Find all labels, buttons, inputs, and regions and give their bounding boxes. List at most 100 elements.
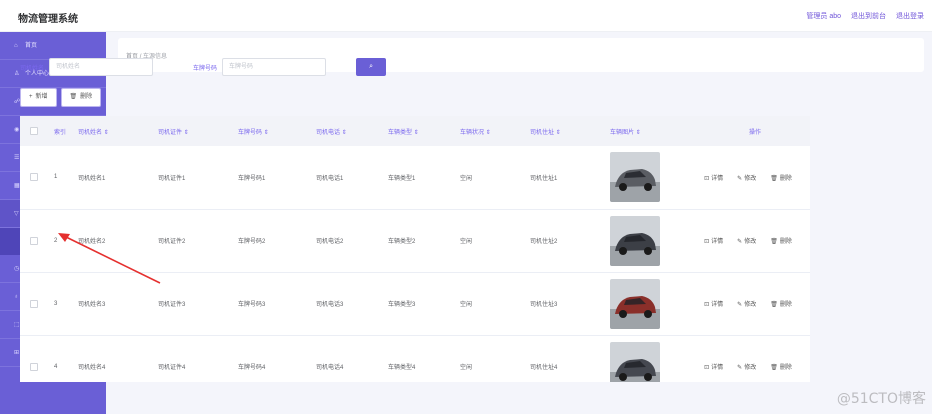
select-all-checkbox[interactable] (30, 127, 38, 135)
plate-number-label: 车牌号码 (193, 65, 218, 72)
actions-cell: ⊡ 详情 ✎ 修改 🗑 删除 (700, 146, 810, 210)
action-label: 修改 (744, 302, 757, 308)
vehicle-type: 车辆类型3 (382, 272, 454, 336)
exit-to-frontend-link[interactable]: 退出到前台 (851, 11, 886, 21)
action-label: 详情 (711, 239, 724, 245)
header-vehicle-type[interactable]: 车辆类型 ⇕ (382, 116, 454, 146)
action-label: 详情 (711, 302, 724, 308)
delete-icon: 🗑 (770, 175, 778, 182)
vehicle-status: 空闲 (454, 209, 524, 273)
vehicle-type: 车辆类型1 (382, 146, 454, 210)
detail-button[interactable]: ⊡ 详情 (704, 299, 723, 308)
delete-row-button[interactable]: 🗑 删除 (770, 173, 792, 182)
vehicle-image-cell (604, 209, 700, 273)
vehicle-status: 空闲 (454, 146, 524, 210)
driver-phone: 司机电话4 (310, 335, 382, 382)
watermark: @51CTO博客 (836, 391, 926, 407)
plate-number: 车牌号码1 (232, 146, 310, 210)
add-button-label: 新增 (35, 94, 48, 100)
edit-icon: ✎ (737, 239, 743, 245)
top-bar: 物流管理系统 管理员 abo 退出到前台 退出登录 (0, 0, 932, 32)
header-driver-license[interactable]: 司机证件 ⇕ (152, 116, 232, 146)
action-label: 详情 (711, 365, 724, 371)
row-index: 4 (48, 335, 72, 382)
action-label: 删除 (779, 302, 792, 308)
plate-number-input[interactable]: 车牌号码 (222, 58, 327, 76)
logout-link[interactable]: 退出登录 (896, 11, 924, 21)
delete-row-button[interactable]: 🗑 删除 (770, 299, 792, 308)
delete-icon: 🗑 (770, 365, 778, 371)
action-label: 删除 (779, 239, 792, 245)
delete-button[interactable]: 🗑 删除 (60, 88, 102, 107)
delete-row-button[interactable]: 🗑 删除 (770, 236, 792, 245)
row-checkbox[interactable] (30, 236, 38, 245)
action-label: 详情 (711, 175, 724, 182)
row-checkbox[interactable] (30, 173, 38, 182)
table-row[interactable]: 4 司机姓名4 司机证件4 车牌号码4 司机电话4 车辆类型4 空闲 司机住址4 ⊡ 详情 ✎ 修改 🗑… (20, 335, 810, 382)
driver-phone: 司机电话2 (310, 209, 382, 273)
driver-address: 司机住址3 (524, 272, 604, 336)
driver-license: 司机证件2 (152, 209, 232, 273)
delete-button-label: 删除 (80, 94, 93, 100)
header-plate[interactable]: 车牌号码 ⇕ (232, 116, 310, 146)
admin-user-link[interactable]: 管理员 abo (806, 11, 841, 21)
sidebar-item-0[interactable]: ⌂ 首页 (0, 32, 106, 60)
top-links: 管理员 abo 退出到前台 退出登录 (806, 11, 924, 21)
app-title: 物流管理系统 (18, 14, 78, 25)
sidebar-item-label: 首页 (25, 43, 38, 49)
table-row[interactable]: 1 司机姓名1 司机证件1 车牌号码1 司机电话1 车辆类型1 空闲 司机住址1 ⊡ 详情 ✎ 修改 🗑… (20, 146, 810, 210)
detail-button[interactable]: ⊡ 详情 (704, 173, 723, 182)
header-address[interactable]: 司机住址 ⇕ (524, 116, 604, 146)
edit-icon: ✎ (737, 365, 743, 371)
delete-icon: 🗑 (770, 239, 778, 245)
vehicle-image[interactable] (610, 278, 660, 329)
delete-row-button[interactable]: 🗑 删除 (770, 362, 792, 371)
search-button[interactable]: ⌕ (356, 58, 387, 76)
edit-button[interactable]: ✎ 修改 (737, 362, 756, 371)
header-vehicle-status[interactable]: 车辆状况 ⇕ (454, 116, 524, 146)
row-checkbox[interactable] (30, 299, 38, 308)
add-button[interactable]: + 新增 (20, 88, 57, 107)
search-bar: 司机姓名 司机姓名 车牌号码 车牌号码 ⌕ (20, 57, 387, 77)
driver-name: 司机姓名3 (72, 272, 152, 336)
vehicle-status: 空闲 (454, 335, 524, 382)
driver-name-input[interactable]: 司机姓名 (49, 58, 154, 76)
edit-button[interactable]: ✎ 修改 (737, 173, 756, 182)
detail-icon: ⊡ (704, 239, 710, 245)
vehicle-status: 空闲 (454, 272, 524, 336)
header-driver-name[interactable]: 司机姓名 ⇕ (72, 116, 152, 146)
vehicle-image[interactable] (610, 341, 660, 383)
vehicle-image-cell (604, 146, 700, 210)
row-index: 1 (48, 146, 72, 210)
driver-name: 司机姓名4 (72, 335, 152, 382)
row-index: 3 (48, 272, 72, 336)
search-icon: ⌕ (369, 63, 373, 70)
plate-number: 车牌号码3 (232, 272, 310, 336)
row-index: 2 (48, 209, 72, 273)
vehicle-image[interactable] (610, 152, 660, 203)
header-phone[interactable]: 司机电话 ⇕ (310, 116, 382, 146)
action-label: 删除 (779, 365, 792, 371)
table-row[interactable]: 2 司机姓名2 司机证件2 车牌号码2 司机电话2 车辆类型2 空闲 司机住址2 ⊡ 详情 ✎ 修改 🗑… (20, 209, 810, 273)
action-label: 修改 (744, 175, 757, 182)
row-checkbox[interactable] (30, 362, 38, 371)
vehicle-image-cell (604, 335, 700, 382)
home-icon: ⌂ (14, 43, 18, 49)
delete-icon: 🗑 (770, 302, 778, 308)
detail-button[interactable]: ⊡ 详情 (704, 236, 723, 245)
driver-phone: 司机电话1 (310, 146, 382, 210)
edit-button[interactable]: ✎ 修改 (737, 236, 756, 245)
toolbar: + 新增 🗑 删除 (20, 88, 102, 107)
action-label: 修改 (744, 365, 757, 371)
table-row[interactable]: 3 司机姓名3 司机证件3 车牌号码3 司机电话3 车辆类型3 空闲 司机住址3 ⊡ 详情 ✎ 修改 🗑… (20, 272, 810, 336)
plate-number: 车牌号码4 (232, 335, 310, 382)
edit-button[interactable]: ✎ 修改 (737, 299, 756, 308)
vehicle-table: 索引 司机姓名 ⇕ 司机证件 ⇕ 车牌号码 ⇕ 司机电话 ⇕ 车辆类型 ⇕ 车辆… (20, 116, 810, 382)
header-vehicle-image[interactable]: 车辆图片 ⇕ (604, 116, 700, 146)
detail-button[interactable]: ⊡ 详情 (704, 362, 723, 371)
vehicle-image[interactable] (610, 215, 660, 266)
edit-icon: ✎ (737, 175, 743, 182)
actions-cell: ⊡ 详情 ✎ 修改 🗑 删除 (700, 209, 810, 273)
actions-cell: ⊡ 详情 ✎ 修改 🗑 删除 (700, 272, 810, 336)
action-label: 删除 (779, 175, 792, 182)
